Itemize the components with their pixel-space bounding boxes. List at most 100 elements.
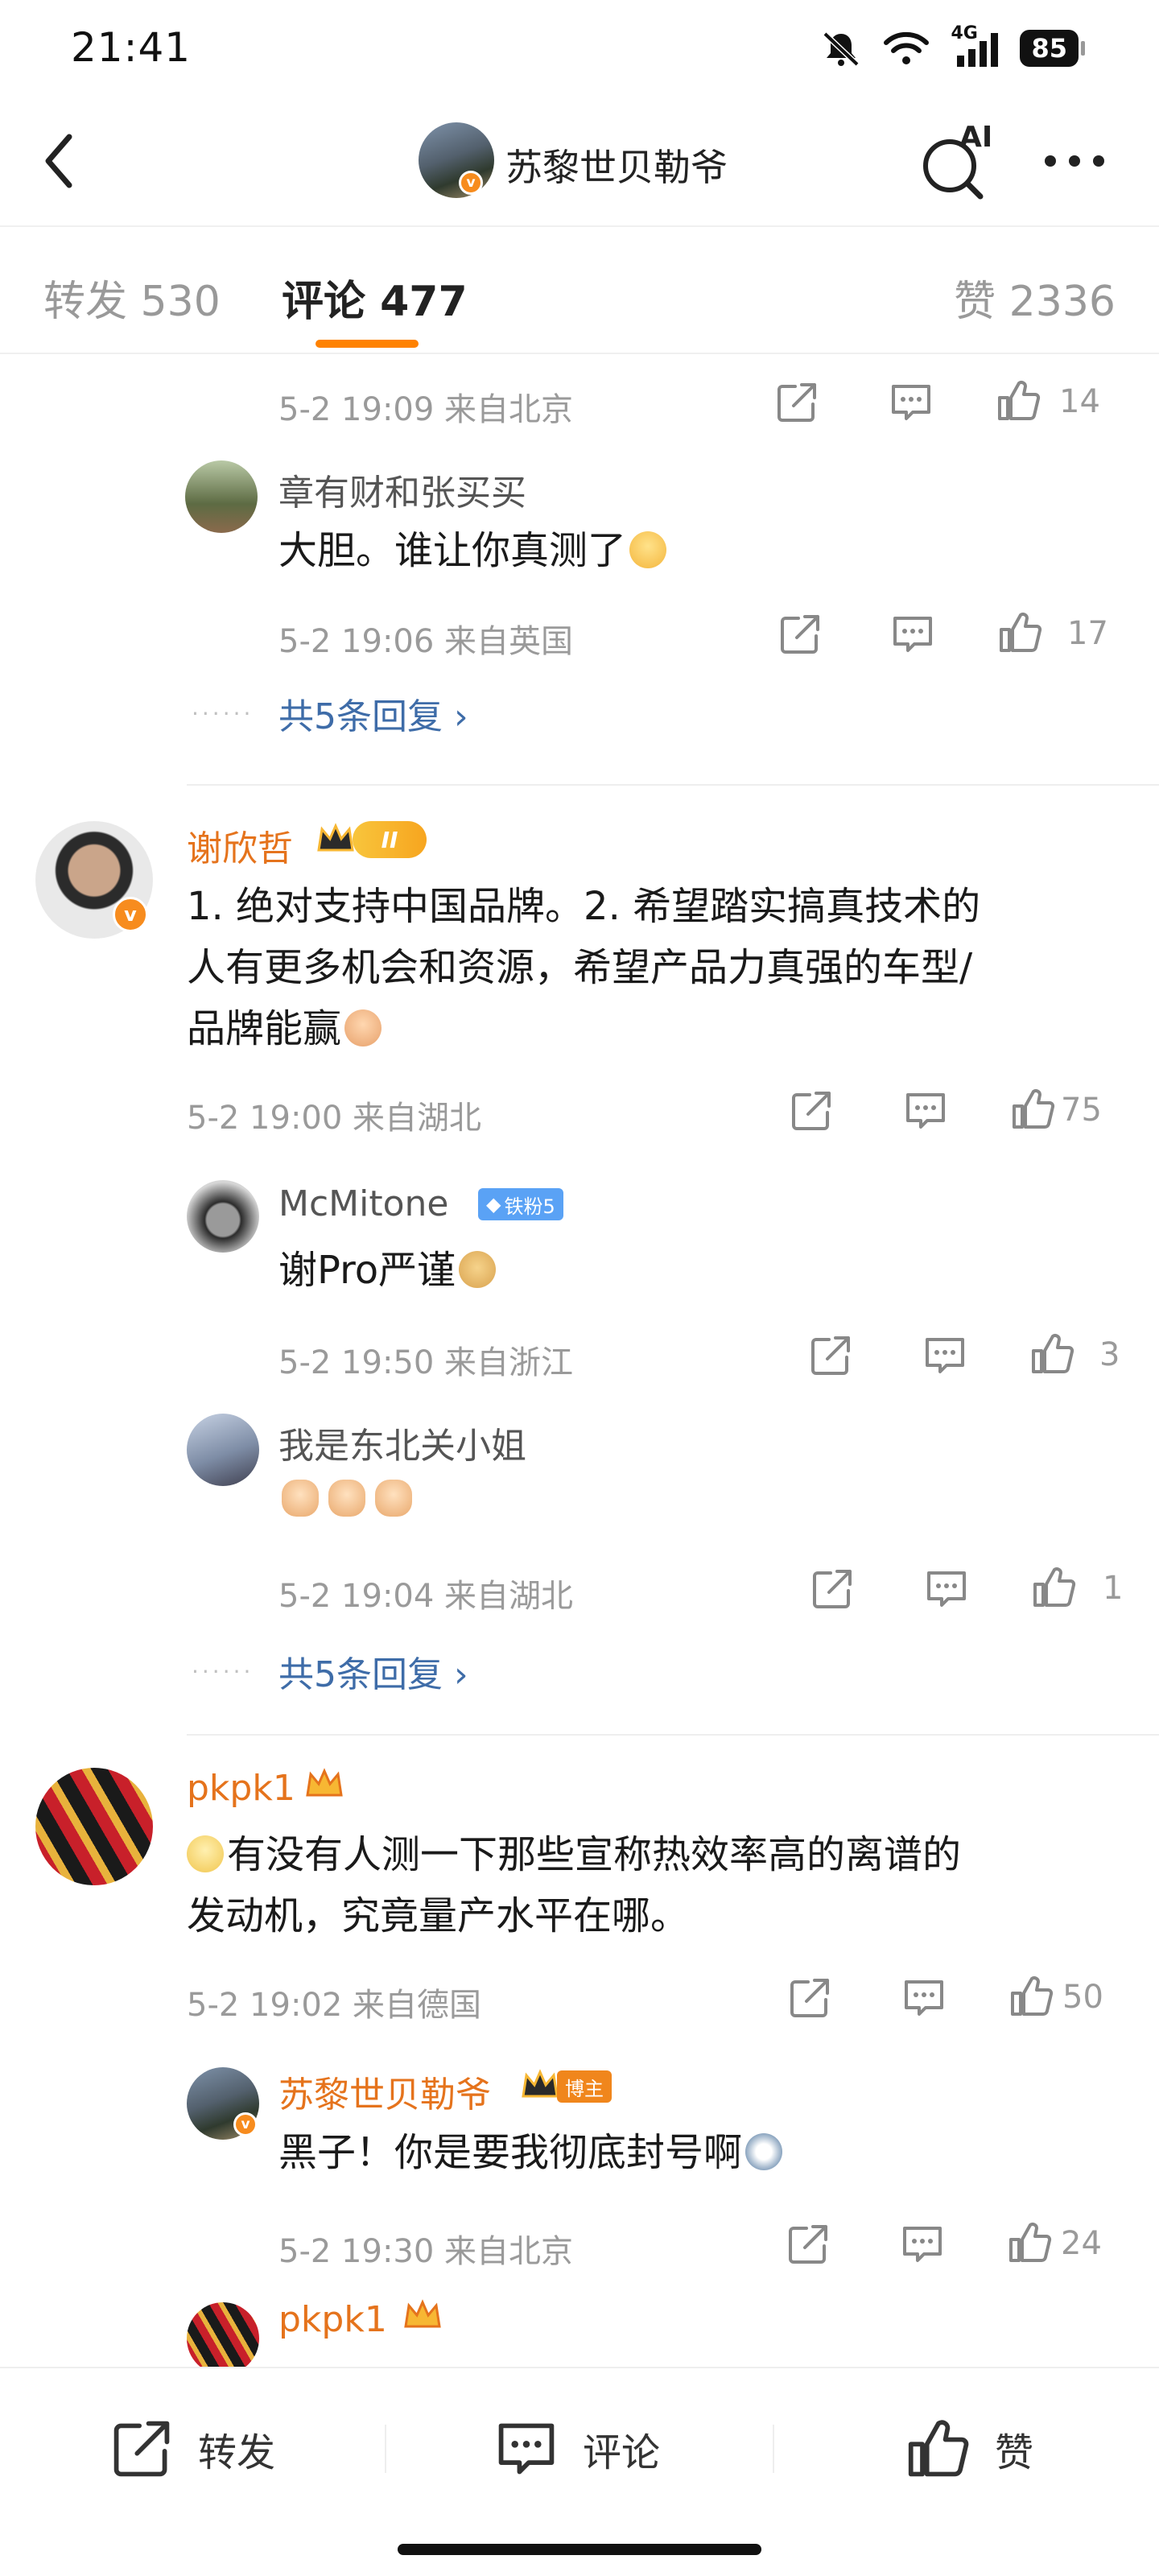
like-icon[interactable] xyxy=(1009,1974,1054,2019)
username[interactable]: 谢欣哲 xyxy=(187,819,293,871)
view-more-replies-link[interactable]: 共5条回复 › xyxy=(278,1645,468,1697)
comment-text-content: 品牌能赢 xyxy=(187,1006,342,1051)
reply-icon[interactable] xyxy=(890,612,935,657)
reply-text-content: 大胆。谁让你真测了 xyxy=(278,528,627,573)
tab-comments[interactable]: 评论 477 xyxy=(282,267,468,328)
comment-text-line: 品牌能赢 xyxy=(187,998,382,1059)
reply-text: 黑子！你是要我彻底封号啊 xyxy=(278,2122,783,2183)
like-icon[interactable] xyxy=(1008,2220,1053,2265)
divider xyxy=(385,2425,386,2473)
username[interactable]: McMitone xyxy=(278,1183,448,1224)
comment-meta: 5-2 19:02 来自德国 xyxy=(187,1987,482,2024)
comment-icon xyxy=(498,2423,555,2475)
username[interactable]: pkpk1 xyxy=(187,1768,295,1809)
like-count: 3 xyxy=(1099,1336,1120,1373)
comment-meta: 5-2 19:00 来自湖北 xyxy=(187,1100,482,1137)
repost-label: 转发 xyxy=(198,2430,276,2475)
tab-likes[interactable]: 赞 2336 xyxy=(954,267,1116,328)
repost-icon[interactable] xyxy=(789,1088,834,1133)
thread-dots: ······ xyxy=(192,700,254,727)
reply-icon[interactable] xyxy=(922,1333,967,1378)
repost-icon[interactable] xyxy=(787,1975,832,2021)
comment-text-content: 有没有人测一下那些宣称热效率高的离谱的 xyxy=(227,1832,962,1877)
crown-icon xyxy=(522,2069,559,2098)
like-count: 1 xyxy=(1103,1570,1124,1607)
thumbs-up-emoji-icon xyxy=(282,1480,319,1517)
like-icon[interactable] xyxy=(1011,1087,1056,1132)
repost-button[interactable]: 转发 xyxy=(108,2417,275,2481)
like-count: 17 xyxy=(1067,615,1108,652)
username[interactable]: pkpk1 xyxy=(278,2299,387,2340)
reply-text: 谢Pro严谨 xyxy=(278,1240,497,1301)
more-icon[interactable] xyxy=(1038,137,1111,185)
reply-emoji-row xyxy=(278,1480,412,1517)
reply-text: 大胆。谁让你真测了 xyxy=(278,520,667,581)
divider xyxy=(187,1734,1159,1736)
reply-icon[interactable] xyxy=(903,1088,948,1133)
reply-text-content: 谢Pro严谨 xyxy=(278,1248,456,1293)
ai-search-button[interactable]: AI xyxy=(918,121,995,201)
author-avatar[interactable] xyxy=(419,122,494,198)
like-icon[interactable] xyxy=(1032,1565,1077,1610)
like-count: 75 xyxy=(1061,1092,1102,1129)
like-count: 50 xyxy=(1062,1979,1103,2016)
chevron-left-icon[interactable] xyxy=(35,129,84,193)
host-badge: 博主 xyxy=(557,2070,612,2103)
view-more-replies-link[interactable]: 共5条回复 › xyxy=(278,687,468,739)
reply-meta: 5-2 19:06 来自英国 xyxy=(278,623,574,660)
like-icon[interactable] xyxy=(1030,1331,1075,1377)
thread-dots: ······ xyxy=(192,1658,254,1685)
comment-button[interactable]: 评论 xyxy=(493,2417,660,2481)
glasses-emoji-icon xyxy=(187,1835,224,1872)
thumbs-up-emoji-icon xyxy=(328,1480,365,1517)
husky-emoji-icon xyxy=(745,2133,783,2170)
tab-repost[interactable]: 转发 530 xyxy=(43,267,221,328)
avatar[interactable] xyxy=(187,2302,259,2375)
avatar[interactable] xyxy=(187,1180,259,1253)
reply-icon[interactable] xyxy=(889,380,934,425)
status-time: 21:41 xyxy=(71,24,192,71)
status-icons: 4G 85 xyxy=(820,23,1085,69)
username[interactable]: 章有财和张买买 xyxy=(278,464,526,515)
like-label: 赞 xyxy=(995,2430,1034,2475)
level-badge: II xyxy=(353,821,427,858)
avatar[interactable] xyxy=(187,1414,259,1486)
crown-icon xyxy=(306,1768,343,1797)
comment-meta: 5-2 19:09 来自北京 xyxy=(278,391,574,428)
avatar[interactable] xyxy=(35,1768,153,1885)
squint-smile-emoji-icon xyxy=(629,531,667,568)
verified-badge-icon: v xyxy=(459,171,483,195)
thumbs-up-emoji-icon xyxy=(375,1480,412,1517)
fan-badge-label: 铁粉5 xyxy=(504,1195,555,1218)
like-icon[interactable] xyxy=(998,610,1043,655)
avatar[interactable] xyxy=(185,460,258,533)
reply-text-content: 黑子！你是要我彻底封号啊 xyxy=(278,2130,743,2175)
nav-bar: v 苏黎世贝勒爷 AI xyxy=(0,97,1159,225)
repost-icon[interactable] xyxy=(777,612,823,657)
like-button[interactable]: 赞 xyxy=(905,2417,1033,2481)
repost-icon[interactable] xyxy=(786,2222,831,2267)
page-title[interactable]: 苏黎世贝勒爷 xyxy=(505,138,728,192)
cellular-icon: 4G xyxy=(951,23,999,68)
like-icon[interactable] xyxy=(996,378,1041,423)
ai-label: AI xyxy=(959,121,993,154)
home-indicator[interactable] xyxy=(398,2544,761,2555)
comment-text-line: 有没有人测一下那些宣称热效率高的离谱的 xyxy=(187,1824,961,1885)
reply-icon[interactable] xyxy=(900,2222,945,2267)
reply-icon[interactable] xyxy=(901,1975,947,2021)
reply-meta: 5-2 19:04 来自湖北 xyxy=(278,1578,574,1615)
crown-icon xyxy=(317,823,354,852)
wifi-icon xyxy=(884,31,930,64)
repost-icon xyxy=(113,2421,170,2477)
repost-icon[interactable] xyxy=(808,1333,853,1378)
reply-meta: 5-2 19:30 来自北京 xyxy=(278,2233,574,2270)
username[interactable]: 我是东北关小姐 xyxy=(278,1417,526,1468)
tab-bar: 转发 530 评论 477 赞 2336 xyxy=(0,225,1159,354)
username[interactable]: 苏黎世贝勒爷 xyxy=(278,2066,491,2117)
reply-icon[interactable] xyxy=(924,1567,969,1612)
repost-icon[interactable] xyxy=(774,380,819,425)
status-bar: 21:41 4G 85 xyxy=(0,0,1159,97)
repost-icon[interactable] xyxy=(810,1567,855,1612)
comment-text-line: 发动机，究竟量产水平在哪。 xyxy=(187,1893,690,1938)
fan-badge: ◆ 铁粉5 xyxy=(478,1188,563,1220)
